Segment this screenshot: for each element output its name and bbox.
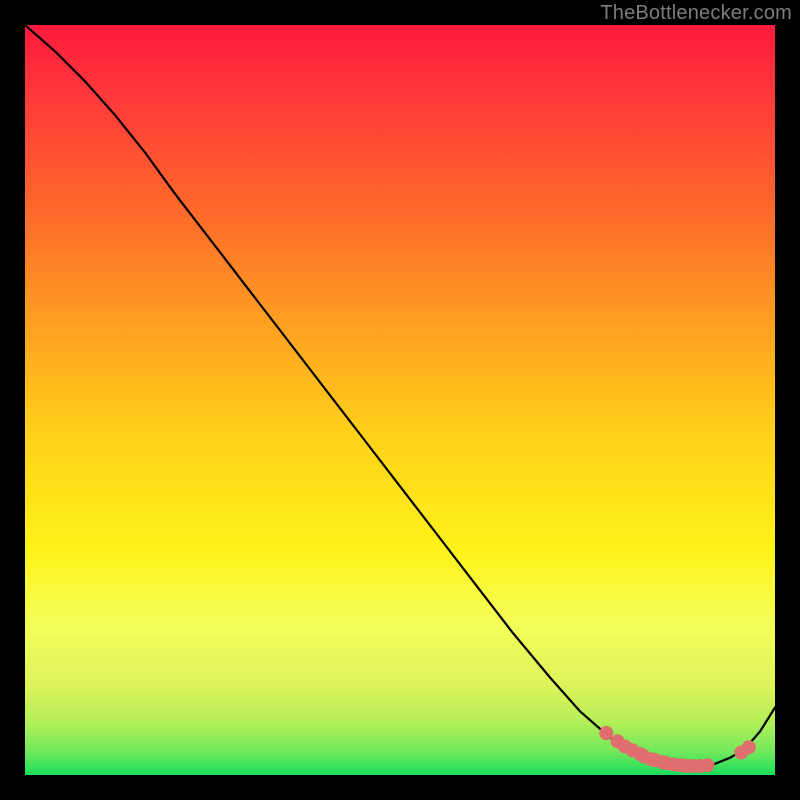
marker-dot — [701, 758, 715, 772]
marker-dot — [742, 740, 756, 754]
marker-group — [599, 726, 756, 773]
plot-area — [25, 25, 775, 775]
plot-svg — [25, 25, 775, 775]
marker-dot — [599, 726, 613, 740]
main-curve — [25, 25, 775, 766]
watermark-text: TheBottlenecker.com — [600, 2, 792, 25]
chart-stage: TheBottlenecker.com — [0, 0, 800, 800]
